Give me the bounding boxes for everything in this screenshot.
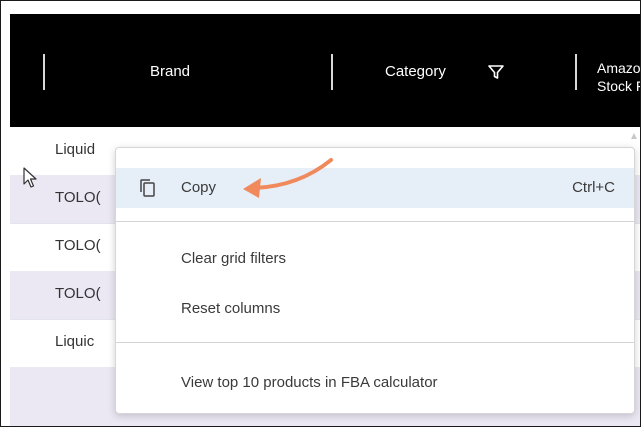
column-header-amazon-stock[interactable]: Amazo Stock F bbox=[597, 59, 641, 95]
grid-header: Brand Category Amazo Stock F bbox=[10, 14, 641, 127]
menu-item-view-fba[interactable]: View top 10 products in FBA calculator bbox=[116, 363, 634, 403]
menu-item-clear-grid-filters[interactable]: Clear grid filters bbox=[116, 239, 634, 279]
mouse-cursor-icon bbox=[23, 167, 37, 188]
app-frame: Brand Category Amazo Stock F Liquid TOLO… bbox=[0, 0, 641, 427]
menu-item-copy-label: Copy bbox=[181, 179, 217, 196]
column-header-category[interactable]: Category bbox=[385, 63, 446, 80]
column-header-brand[interactable]: Brand bbox=[150, 63, 190, 80]
context-menu: Copy Ctrl+C Clear grid filters Reset col… bbox=[115, 147, 635, 414]
cell-brand[interactable]: TOLO( bbox=[55, 285, 101, 302]
copy-icon bbox=[140, 179, 155, 197]
menu-item-copy[interactable]: Copy Ctrl+C bbox=[116, 168, 634, 208]
menu-item-reset-columns-label: Reset columns bbox=[181, 300, 281, 317]
scroll-up-icon[interactable] bbox=[631, 131, 637, 141]
menu-item-reset-columns[interactable]: Reset columns bbox=[116, 289, 634, 329]
cell-brand[interactable]: Liquic bbox=[55, 333, 94, 350]
column-resize-handle[interactable] bbox=[575, 54, 577, 90]
cell-brand[interactable]: Liquid bbox=[55, 141, 95, 158]
column-header-amazon-line2: Stock F bbox=[597, 78, 641, 94]
menu-item-clear-grid-filters-label: Clear grid filters bbox=[181, 250, 287, 267]
cell-brand[interactable]: TOLO( bbox=[55, 237, 101, 254]
annotation-arrow-icon bbox=[243, 158, 333, 198]
column-resize-handle[interactable] bbox=[43, 54, 45, 90]
menu-item-view-fba-label: View top 10 products in FBA calculator bbox=[181, 374, 438, 391]
column-header-amazon-line1: Amazo bbox=[597, 60, 641, 76]
filter-icon[interactable] bbox=[487, 63, 505, 81]
menu-divider bbox=[116, 342, 634, 343]
column-resize-handle[interactable] bbox=[331, 54, 333, 90]
menu-divider bbox=[116, 221, 634, 222]
menu-item-copy-shortcut: Ctrl+C bbox=[572, 179, 615, 196]
cell-brand[interactable]: TOLO( bbox=[55, 189, 101, 206]
